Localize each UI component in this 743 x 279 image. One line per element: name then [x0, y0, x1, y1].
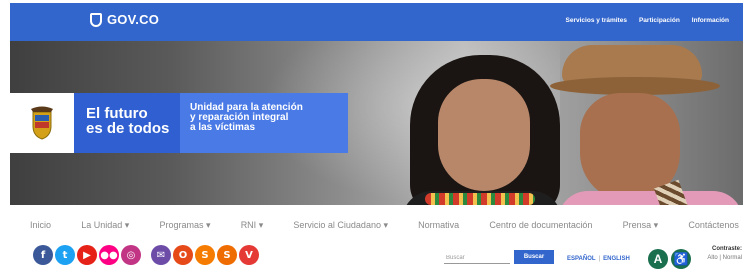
- outlook-icon[interactable]: O: [173, 245, 193, 265]
- link-servicios[interactable]: Servicios y trámites: [566, 17, 627, 24]
- slogan-banner: El futuro es de todos: [74, 93, 180, 153]
- instagram-icon[interactable]: ◎: [121, 245, 141, 265]
- crest-box: [10, 93, 74, 153]
- nav-item-la-unidad[interactable]: La Unidad ▾: [81, 220, 129, 236]
- slogan-line2: es de todos: [86, 120, 170, 137]
- slogan-line1: El futuro: [86, 105, 148, 122]
- language-switch: ESPAÑOL | ENGLISH: [567, 256, 630, 262]
- spotify-icon[interactable]: S: [217, 245, 237, 265]
- woman-face: [438, 79, 530, 191]
- top-bar: GOV.CO Servicios y trámites Participació…: [10, 3, 743, 41]
- accessibility-icon[interactable]: ♿: [671, 249, 691, 269]
- hero-banner: El futuro es de todos Unidad para la ate…: [10, 41, 743, 205]
- contrast-alto[interactable]: Alto: [707, 255, 717, 261]
- main-nav: Inicio La Unidad ▾ Programas ▾ RNI ▾ Ser…: [30, 220, 743, 236]
- nav-item-contactenos[interactable]: Contáctenos: [688, 220, 739, 236]
- nav-item-inicio[interactable]: Inicio: [30, 220, 51, 236]
- lang-en[interactable]: ENGLISH: [603, 256, 630, 262]
- shield-icon: [90, 12, 102, 27]
- gov-co-logo[interactable]: GOV.CO: [90, 12, 159, 27]
- font-size-icon[interactable]: A: [648, 249, 668, 269]
- facebook-icon[interactable]: f: [33, 245, 53, 265]
- flickr-icon[interactable]: ●●: [99, 245, 119, 265]
- lang-es[interactable]: ESPAÑOL: [567, 256, 596, 262]
- gov-co-logo-text: GOV.CO: [107, 12, 160, 27]
- nav-item-rni[interactable]: RNI ▾: [241, 220, 264, 236]
- embroidery: [425, 193, 535, 205]
- search-input[interactable]: [444, 252, 510, 264]
- search-button[interactable]: Buscar: [514, 250, 554, 264]
- vive-icon[interactable]: V: [239, 245, 259, 265]
- nav-item-normativa[interactable]: Normativa: [418, 220, 459, 236]
- nav-item-programas[interactable]: Programas ▾: [159, 220, 210, 236]
- unit-banner: Unidad para la atención y reparación int…: [180, 93, 348, 153]
- top-links: Servicios y trámites Participación Infor…: [566, 17, 729, 24]
- link-participacion[interactable]: Participación: [639, 17, 680, 24]
- coat-of-arms-icon: [31, 106, 53, 140]
- contrast-normal[interactable]: Normal: [723, 255, 742, 261]
- nav-item-centro-documentacion[interactable]: Centro de documentación: [489, 220, 592, 236]
- youtube-icon[interactable]: ▶: [77, 245, 97, 265]
- link-informacion[interactable]: Información: [692, 17, 729, 24]
- man-shirt: [558, 191, 743, 205]
- nav-item-servicio-ciudadano[interactable]: Servicio al Ciudadano ▾: [293, 220, 388, 236]
- skype-icon[interactable]: S: [195, 245, 215, 265]
- social-icons: f t ▶ ●● ◎ ✉ O S S V: [33, 245, 259, 265]
- unit-line3: a las víctimas: [190, 122, 256, 133]
- accessibility-buttons: A ♿: [648, 249, 691, 269]
- contrast-title: Contraste:: [711, 246, 742, 252]
- email-icon[interactable]: ✉: [151, 245, 171, 265]
- nav-item-prensa[interactable]: Prensa ▾: [623, 220, 659, 236]
- twitter-icon[interactable]: t: [55, 245, 75, 265]
- contrast-control: Contraste: Alto | Normal: [694, 246, 742, 261]
